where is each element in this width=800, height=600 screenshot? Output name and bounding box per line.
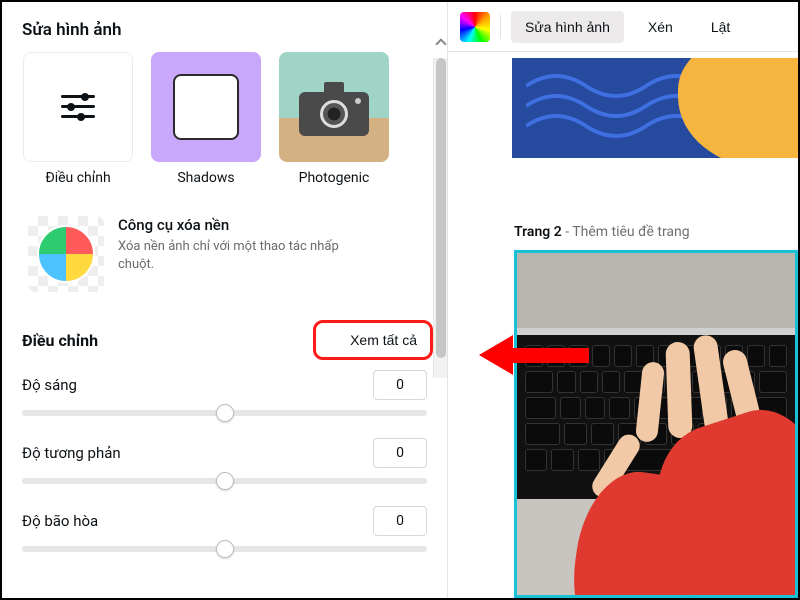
slider-label: Độ sáng: [22, 376, 77, 394]
page-2-title-row[interactable]: Trang 2 - Thêm tiêu đề trang: [514, 224, 690, 240]
flip-button[interactable]: Lật: [697, 11, 744, 43]
scrollbar-thumb[interactable]: [436, 58, 446, 358]
sliders-icon: [61, 92, 95, 122]
square-icon: [173, 74, 239, 140]
filter-adjust[interactable]: Điều chỉnh: [18, 52, 138, 186]
filter-label: Điều chỉnh: [45, 170, 110, 186]
photogenic-thumb: [279, 52, 389, 162]
adjust-section: Điều chỉnh Xem tất cả Độ sáng 0 Độ tương…: [2, 304, 447, 574]
filter-photogenic[interactable]: Photogenic: [274, 52, 394, 186]
filter-label: Photogenic: [299, 170, 370, 186]
filter-row: Điều chỉnh Shadows Photogenic: [2, 52, 447, 186]
slider-label: Độ tương phản: [22, 444, 121, 462]
laptop-photo: [517, 253, 795, 595]
bg-remover-thumb: [28, 216, 104, 292]
page-2-selected-image[interactable]: [514, 250, 798, 598]
app-frame: Sửa hình ảnh Điều chỉnh Shadows: [0, 0, 800, 600]
adjust-section-head: Điều chỉnh Xem tất cả: [22, 326, 427, 354]
adjust-section-title: Điều chỉnh: [22, 331, 98, 350]
page-1-preview[interactable]: [512, 58, 798, 158]
slider-label: Độ bão hòa: [22, 512, 98, 530]
panel-title: Sửa hình ảnh: [2, 2, 447, 52]
page-title-placeholder[interactable]: Thêm tiêu đề trang: [572, 224, 689, 240]
canvas-pane: Sửa hình ảnh Xén Lật Trang 2 - Thêm tiêu…: [447, 2, 798, 598]
beachball-icon: [37, 225, 95, 283]
adjust-thumb: [23, 52, 133, 162]
shadows-thumb: [151, 52, 261, 162]
annotation-arrow-icon: [479, 335, 589, 375]
slider-thumb[interactable]: [216, 540, 234, 558]
canvas-area[interactable]: Trang 2 - Thêm tiêu đề trang: [448, 52, 798, 598]
slider-track[interactable]: [22, 478, 427, 484]
slider-value-input[interactable]: 0: [373, 506, 427, 536]
slider-track[interactable]: [22, 410, 427, 416]
filter-label: Shadows: [177, 170, 234, 186]
context-toolbar: Sửa hình ảnh Xén Lật: [448, 2, 798, 52]
page-number: Trang 2: [514, 224, 562, 240]
edit-image-panel: Sửa hình ảnh Điều chỉnh Shadows: [2, 2, 447, 598]
slider-saturation: Độ bão hòa 0: [22, 506, 427, 552]
bg-remover-desc: Xóa nền ảnh chỉ với một thao tác nhấp ch…: [118, 238, 358, 273]
slider-value-input[interactable]: 0: [373, 438, 427, 468]
bg-remover-title: Công cụ xóa nền: [118, 216, 358, 234]
bg-remover-card[interactable]: Công cụ xóa nền Xóa nền ảnh chỉ với một …: [18, 204, 431, 304]
slider-value-input[interactable]: 0: [373, 370, 427, 400]
page-title-sep: -: [562, 224, 573, 240]
camera-icon: [299, 92, 369, 136]
slider-brightness: Độ sáng 0: [22, 370, 427, 416]
color-picker-button[interactable]: [460, 12, 490, 42]
slider-track[interactable]: [22, 546, 427, 552]
filter-shadows[interactable]: Shadows: [146, 52, 266, 186]
slider-thumb[interactable]: [216, 472, 234, 490]
bg-remover-text: Công cụ xóa nền Xóa nền ảnh chỉ với một …: [118, 216, 358, 292]
see-all-button[interactable]: Xem tất cả: [340, 326, 427, 354]
toolbar-separator: [500, 15, 501, 39]
crop-button[interactable]: Xén: [634, 11, 687, 43]
slider-thumb[interactable]: [216, 404, 234, 422]
panel-scrollbar[interactable]: [433, 58, 447, 378]
slider-contrast: Độ tương phản 0: [22, 438, 427, 484]
edit-image-button[interactable]: Sửa hình ảnh: [511, 11, 624, 43]
